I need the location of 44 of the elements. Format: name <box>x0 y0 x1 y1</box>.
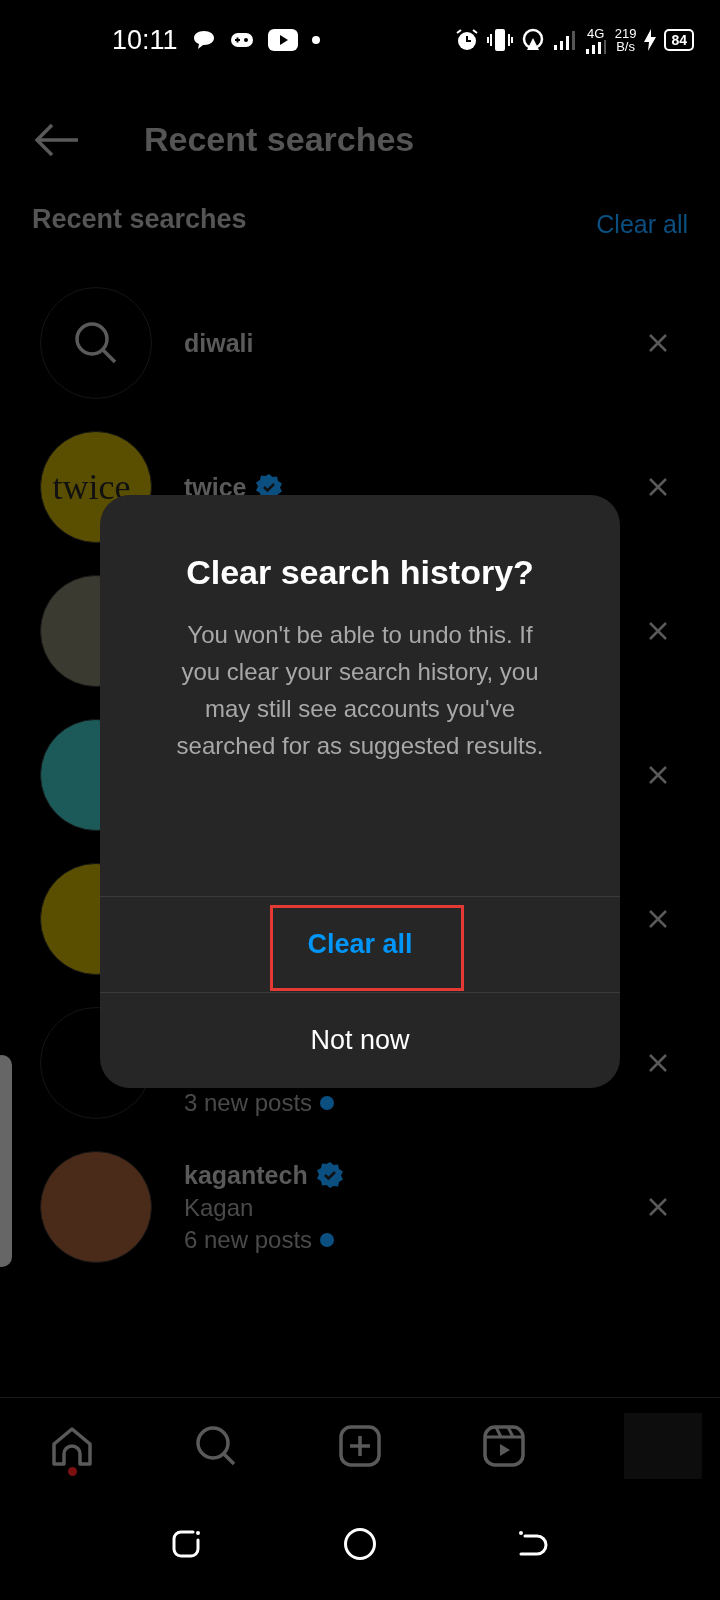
new-posts-count: 6 new posts <box>184 1225 313 1254</box>
charging-bolt-icon <box>644 29 657 51</box>
close-icon[interactable] <box>648 621 668 641</box>
status-time: 10:11 <box>112 24 178 56</box>
recent-apps-icon[interactable] <box>171 1528 203 1560</box>
close-icon[interactable] <box>648 1053 668 1073</box>
speed-value: 219 <box>614 27 637 40</box>
battery-level: 84 <box>664 29 694 51</box>
play-icon <box>267 29 298 51</box>
search-icon[interactable] <box>194 1424 238 1468</box>
close-icon[interactable] <box>648 1197 668 1217</box>
section-title: Recent searches <box>32 203 247 235</box>
close-icon[interactable] <box>648 333 668 353</box>
dialog-message: You won't be able to undo this. If you clear your search history, you may still see accounts you've searched for as suggested results. <box>175 620 545 761</box>
full-name: Kagan <box>184 1193 255 1222</box>
not-now-button[interactable]: Not now <box>298 1017 422 1064</box>
plus-square-icon[interactable] <box>338 1424 382 1468</box>
close-icon[interactable] <box>648 477 668 497</box>
gamepad-icon <box>229 32 254 48</box>
dot-icon <box>311 36 320 44</box>
chat-bubble-icon <box>191 29 216 51</box>
signal-icon <box>584 39 607 54</box>
new-posts-dot <box>320 1096 335 1110</box>
page-title: Recent searches <box>144 120 415 159</box>
home-icon[interactable] <box>50 1424 94 1468</box>
signal-icon <box>552 29 577 51</box>
alarm-clock-icon <box>454 28 479 52</box>
dialog-title: Clear search history? <box>186 553 534 592</box>
home-circle-icon[interactable] <box>343 1527 377 1561</box>
speed-unit: B/s <box>616 40 635 53</box>
search-term: diwali <box>184 328 254 358</box>
reels-icon[interactable] <box>482 1424 526 1468</box>
new-posts-count: 3 new posts <box>184 1089 313 1117</box>
search-icon <box>74 321 118 365</box>
username: kagantech <box>184 1160 308 1190</box>
close-icon[interactable] <box>648 909 668 929</box>
back-arrow-icon[interactable] <box>34 122 80 157</box>
vibrate-icon <box>486 28 513 52</box>
hotspot-icon <box>520 28 545 52</box>
network-type: 4G <box>587 26 605 40</box>
close-icon[interactable] <box>648 765 668 785</box>
new-posts-dot <box>320 1232 335 1247</box>
clear-all-link[interactable]: Clear all <box>596 209 688 239</box>
clear-all-button[interactable]: Clear all <box>295 921 425 968</box>
